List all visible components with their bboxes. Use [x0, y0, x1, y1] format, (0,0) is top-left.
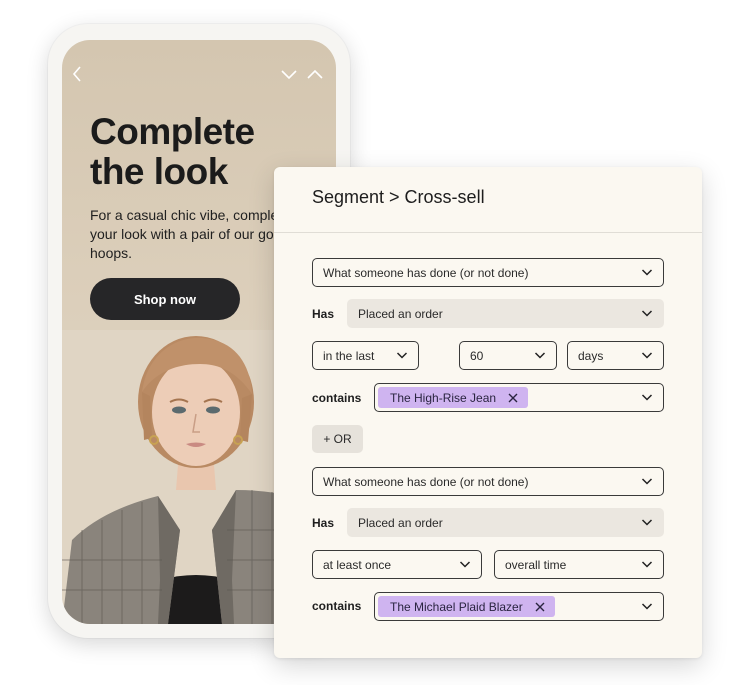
segment-builder-panel: Segment > Cross-sell What someone has do… — [274, 167, 702, 658]
action-select-1-value: Placed an order — [358, 306, 443, 321]
chevron-down-icon — [459, 560, 471, 569]
chevron-down-icon — [641, 393, 653, 402]
timeframe-select-1-value: in the last — [323, 348, 375, 363]
chevron-up-icon[interactable] — [306, 68, 324, 80]
action-select-1[interactable]: Placed an order — [347, 299, 664, 328]
product-tag-2-label: The Michael Plaid Blazer — [390, 599, 523, 614]
chevron-down-icon[interactable] — [280, 68, 298, 80]
condition-select-2-value: What someone has done (or not done) — [323, 474, 529, 489]
chevron-down-icon — [641, 518, 653, 527]
panel-title: Segment > Cross-sell — [312, 187, 485, 207]
contains-label-1: contains — [312, 391, 362, 405]
product-tag-1-label: The High-Rise Jean — [390, 390, 497, 405]
condition-select-1[interactable]: What someone has done (or not done) — [312, 258, 664, 287]
has-label-1: Has — [312, 307, 335, 321]
condition-select-1-value: What someone has done (or not done) — [323, 265, 529, 280]
frequency-select-2-value: at least once — [323, 557, 392, 572]
chevron-down-icon — [396, 351, 408, 360]
amount-select-1-value: 60 — [470, 348, 484, 363]
product-select-2[interactable]: The Michael Plaid Blazer — [374, 592, 664, 621]
period-select-2[interactable]: overall time — [494, 550, 664, 579]
product-select-1[interactable]: The High-Rise Jean — [374, 383, 664, 412]
action-select-2[interactable]: Placed an order — [347, 508, 664, 537]
close-icon[interactable] — [535, 602, 545, 612]
frequency-select-2[interactable]: at least once — [312, 550, 482, 579]
panel-header: Segment > Cross-sell — [274, 167, 702, 233]
shop-now-button[interactable]: Shop now — [90, 278, 240, 320]
period-select-2-value: overall time — [505, 557, 567, 572]
chevron-down-icon — [641, 309, 653, 318]
chevron-down-icon — [641, 560, 653, 569]
amount-select-1[interactable]: 60 — [459, 341, 557, 370]
add-or-button[interactable]: + OR — [312, 425, 363, 453]
product-tag-2: The Michael Plaid Blazer — [378, 596, 555, 617]
has-label-2: Has — [312, 516, 335, 530]
contains-label-2: contains — [312, 599, 362, 613]
action-select-2-value: Placed an order — [358, 515, 443, 530]
timeframe-select-1[interactable]: in the last — [312, 341, 419, 370]
chevron-down-icon — [641, 268, 653, 277]
unit-select-1-value: days — [578, 348, 604, 363]
chevron-left-icon[interactable] — [70, 64, 84, 84]
unit-select-1[interactable]: days — [567, 341, 664, 370]
product-tag-1: The High-Rise Jean — [378, 387, 529, 408]
chevron-down-icon — [641, 477, 653, 486]
chevron-down-icon — [641, 351, 653, 360]
chevron-down-icon — [534, 351, 546, 360]
close-icon[interactable] — [508, 393, 518, 403]
chevron-down-icon — [641, 602, 653, 611]
condition-select-2[interactable]: What someone has done (or not done) — [312, 467, 664, 496]
headline-line-1: Complete — [90, 111, 255, 152]
